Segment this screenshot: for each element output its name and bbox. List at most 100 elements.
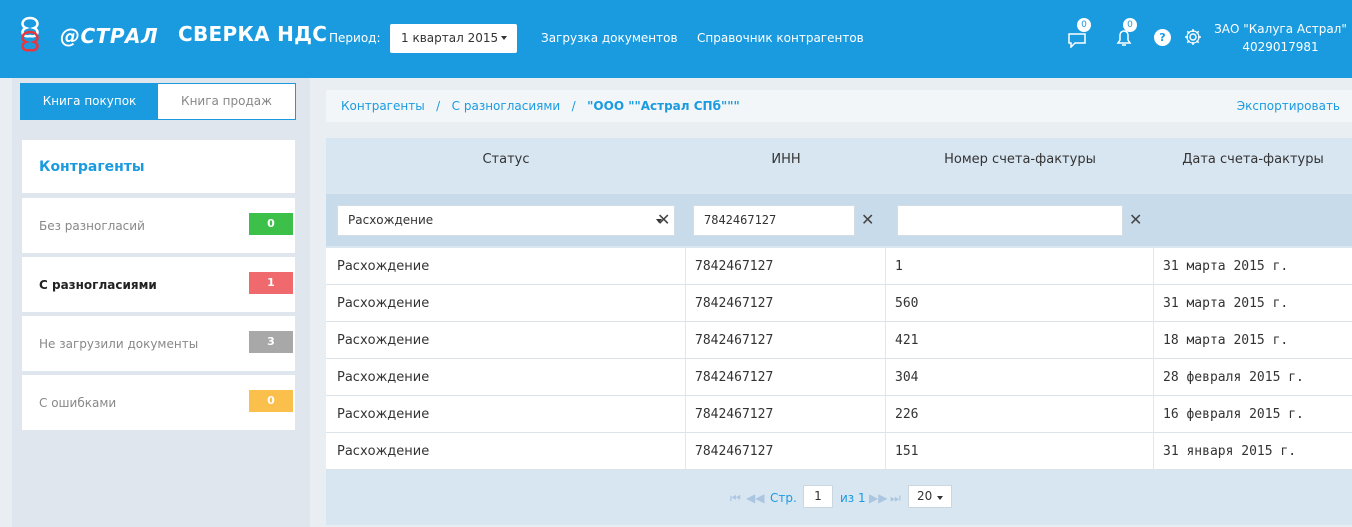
cell-number: 151: [895, 444, 919, 459]
clear-status-filter-icon[interactable]: ✕: [657, 211, 670, 229]
sidebar-item-with-discrepancies[interactable]: С разногласиями 1: [22, 257, 295, 312]
breadcrumb-separator: /: [436, 99, 441, 113]
table-row[interactable]: Расхождение 7842467127 304 28 февраля 20…: [326, 359, 1352, 396]
column-divider: [885, 433, 886, 470]
invoice-table: Статус ИНН Номер счета-фактуры Дата счет…: [326, 138, 1352, 525]
column-divider: [885, 248, 886, 285]
column-divider: [685, 322, 686, 359]
page-size-value: 20: [917, 489, 933, 503]
breadcrumb-current: "ООО ""Астрал СПб""": [587, 99, 740, 113]
count-badge: 0: [249, 390, 293, 412]
notifications-count: 0: [1123, 18, 1137, 32]
clear-number-filter-icon[interactable]: ✕: [1129, 211, 1142, 229]
page-size-select[interactable]: 20: [908, 485, 952, 508]
app-title: СВЕРКА НДС: [178, 22, 328, 46]
table-row[interactable]: Расхождение 7842467127 151 31 января 201…: [326, 433, 1352, 470]
column-divider: [1153, 359, 1154, 396]
cell-inn: 7842467127: [695, 333, 774, 348]
sidebar-item-label: С разногласиями: [39, 278, 157, 292]
column-header-number[interactable]: Номер счета-фактуры: [886, 152, 1154, 167]
breadcrumb-separator: /: [571, 99, 576, 113]
cell-status: Расхождение: [337, 259, 430, 274]
period-select[interactable]: 1 квартал 2015: [390, 24, 517, 53]
breadcrumb-item-counterparties[interactable]: Контрагенты: [341, 99, 425, 113]
table-row[interactable]: Расхождение 7842467127 1 31 марта 2015 г…: [326, 248, 1352, 285]
next-page-icon[interactable]: ▶▶: [869, 491, 887, 505]
column-divider: [885, 359, 886, 396]
book-tabs: Книга покупок Книга продаж: [20, 83, 296, 120]
notifications-button[interactable]: 0: [1113, 18, 1137, 52]
status-filter-value: Расхождение: [348, 213, 434, 227]
breadcrumb-item-discrepancies[interactable]: С разногласиями: [452, 99, 561, 113]
cell-inn: 7842467127: [695, 407, 774, 422]
astral-logo-icon: [21, 16, 39, 52]
filter-row: Расхождение ✕ 7842467127 ✕ ✕: [326, 194, 1352, 246]
column-divider: [885, 396, 886, 433]
inn-filter-input[interactable]: 7842467127: [693, 205, 855, 236]
column-divider: [1153, 322, 1154, 359]
cell-number: 1: [895, 259, 903, 274]
column-divider: [885, 322, 886, 359]
chevron-down-icon: [501, 36, 507, 40]
cell-date: 31 марта 2015 г.: [1163, 296, 1289, 311]
cell-date: 16 февраля 2015 г.: [1163, 407, 1304, 422]
cell-status: Расхождение: [337, 370, 430, 385]
pagination: ⏮ ◀◀ Стр. 1 из 1 ▶▶ ⏭ 20: [326, 471, 1352, 523]
sidebar-item-no-discrepancies[interactable]: Без разногласий 0: [22, 198, 295, 253]
column-divider: [685, 248, 686, 285]
column-divider: [685, 285, 686, 322]
column-header-status[interactable]: Статус: [326, 152, 686, 167]
export-link[interactable]: Экспортировать: [1237, 99, 1340, 113]
sidebar-item-not-uploaded[interactable]: Не загрузили документы 3: [22, 316, 295, 371]
count-badge: 3: [249, 331, 293, 353]
logo-text: @СТРАЛ: [60, 24, 159, 48]
count-badge: 0: [249, 213, 293, 235]
org-name[interactable]: ЗАО "Калуга Астрал": [1213, 22, 1348, 36]
column-divider: [1153, 248, 1154, 285]
breadcrumb-bar: Контрагенты / С разногласиями / "ООО ""А…: [326, 90, 1352, 122]
clear-inn-filter-icon[interactable]: ✕: [861, 211, 874, 229]
messages-button[interactable]: 0: [1067, 18, 1091, 52]
column-divider: [685, 359, 686, 396]
first-page-icon[interactable]: ⏮: [730, 491, 741, 506]
column-divider: [685, 433, 686, 470]
cell-inn: 7842467127: [695, 259, 774, 274]
cell-number: 421: [895, 333, 919, 348]
column-divider: [685, 396, 686, 433]
sidebar-heading-label: Контрагенты: [39, 159, 145, 175]
table-row[interactable]: Расхождение 7842467127 560 31 марта 2015…: [326, 285, 1352, 322]
top-header: @СТРАЛ СВЕРКА НДС Период: 1 квартал 2015…: [0, 0, 1352, 78]
table-row[interactable]: Расхождение 7842467127 226 16 февраля 20…: [326, 396, 1352, 433]
nav-upload-documents[interactable]: Загрузка документов: [541, 31, 678, 45]
tab-sales-book[interactable]: Книга продаж: [158, 84, 295, 119]
column-header-inn[interactable]: ИНН: [686, 152, 886, 167]
cell-status: Расхождение: [337, 333, 430, 348]
sidebar-item-with-errors[interactable]: С ошибками 0: [22, 375, 295, 430]
column-divider: [1153, 396, 1154, 433]
table-row[interactable]: Расхождение 7842467127 421 18 марта 2015…: [326, 322, 1352, 359]
column-divider: [1153, 433, 1154, 470]
cell-number: 226: [895, 407, 919, 422]
column-header-date[interactable]: Дата счета-фактуры: [1154, 152, 1352, 167]
nav-counterparty-directory[interactable]: Справочник контрагентов: [697, 31, 864, 45]
sidebar-item-label: Без разногласий: [39, 219, 145, 233]
page-label: Стр.: [770, 491, 797, 505]
period-label: Период:: [329, 31, 381, 45]
prev-page-icon[interactable]: ◀◀: [746, 491, 764, 505]
page-of-label: из 1: [840, 491, 866, 505]
last-page-icon[interactable]: ⏭: [890, 491, 901, 506]
column-divider: [1153, 285, 1154, 322]
number-filter-input[interactable]: [897, 205, 1123, 236]
breadcrumb: Контрагенты / С разногласиями / "ООО ""А…: [341, 99, 740, 113]
cell-status: Расхождение: [337, 407, 430, 422]
help-icon[interactable]: ?: [1154, 29, 1171, 46]
period-value: 1 квартал 2015: [401, 31, 499, 45]
page-number-input[interactable]: 1: [803, 485, 833, 508]
tab-purchase-book[interactable]: Книга покупок: [21, 84, 158, 119]
cell-inn: 7842467127: [695, 370, 774, 385]
gear-icon[interactable]: [1183, 27, 1203, 47]
cell-date: 18 марта 2015 г.: [1163, 333, 1289, 348]
status-filter-select[interactable]: Расхождение: [337, 205, 675, 236]
cell-date: 31 марта 2015 г.: [1163, 259, 1289, 274]
sidebar-item-label: С ошибками: [39, 396, 117, 410]
